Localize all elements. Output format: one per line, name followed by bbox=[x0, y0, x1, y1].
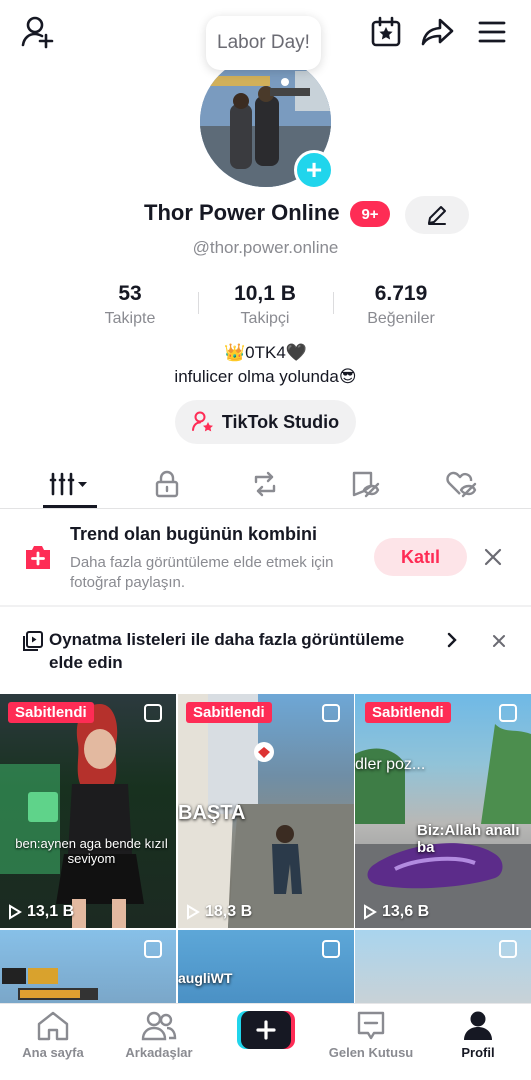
multi-photo-icon bbox=[144, 704, 162, 722]
tab-saved[interactable] bbox=[312, 460, 418, 508]
section-divider bbox=[0, 605, 531, 607]
trend-banner-description: Daha fazla görüntüleme elde etmek için f… bbox=[70, 554, 334, 591]
stat-followers[interactable]: 10,1 B Takipçi bbox=[195, 282, 335, 328]
nav-home-label: Ana sayfa bbox=[22, 1045, 84, 1060]
playlist-icon bbox=[22, 630, 44, 652]
username: @thor.power.online bbox=[192, 238, 339, 257]
video-caption: Biz:Allah analı ba bbox=[417, 822, 520, 856]
multi-photo-icon bbox=[144, 940, 162, 958]
playlist-banner-text[interactable]: Oynatma listeleri ile daha fazla görüntü… bbox=[49, 628, 439, 674]
nav-profile[interactable]: Profil bbox=[425, 1010, 531, 1072]
video-tile[interactable] bbox=[0, 930, 176, 1005]
view-count-text: 18,3 B bbox=[205, 903, 253, 920]
tooltip: Labor Day! bbox=[206, 16, 321, 70]
following-count: 53 bbox=[118, 282, 142, 305]
nav-inbox-label: Gelen Kutusu bbox=[328, 1045, 414, 1060]
nav-friends[interactable]: Arkadaşlar bbox=[106, 1010, 212, 1072]
nav-profile-label: Profil bbox=[461, 1045, 495, 1060]
video-caption: ben:aynen aga bende kızıl seviyom bbox=[15, 836, 168, 866]
display-name: Thor Power Online bbox=[144, 200, 340, 225]
tab-private[interactable] bbox=[114, 460, 220, 508]
view-count: 13,1 B bbox=[8, 903, 74, 921]
nav-home[interactable]: Ana sayfa bbox=[0, 1010, 106, 1072]
pinned-badge: Sabitlendi bbox=[365, 702, 451, 723]
following-label: Takipte bbox=[104, 310, 156, 327]
multi-photo-icon bbox=[322, 940, 340, 958]
menu-icon[interactable] bbox=[472, 12, 512, 52]
edit-profile-button[interactable] bbox=[405, 196, 469, 234]
add-friend-icon[interactable] bbox=[18, 12, 58, 52]
saved-icon bbox=[352, 471, 380, 498]
lock-icon bbox=[155, 470, 179, 498]
close-playlist-banner-icon[interactable] bbox=[486, 628, 512, 654]
play-icon bbox=[9, 904, 22, 920]
tooltip-pointer bbox=[281, 78, 289, 86]
pencil-icon bbox=[428, 206, 446, 225]
video-tile[interactable] bbox=[355, 930, 531, 1005]
view-count: 13,6 B bbox=[363, 903, 429, 921]
calendar-star-icon[interactable] bbox=[366, 12, 406, 52]
tab-reposts[interactable] bbox=[212, 460, 318, 508]
share-icon[interactable] bbox=[418, 12, 458, 52]
video-tile[interactable]: augliWT bbox=[178, 930, 354, 1005]
bio-line-1: 👑0TK4🖤 bbox=[224, 343, 307, 362]
pinned-badge: Sabitlendi bbox=[186, 702, 272, 723]
profile-icon bbox=[464, 1011, 492, 1040]
tiktok-studio-button[interactable]: TikTok Studio bbox=[175, 400, 356, 444]
join-button[interactable]: Katıl bbox=[374, 538, 467, 576]
add-story-button[interactable]: + bbox=[294, 150, 334, 190]
pinned-badge: Sabitlendi bbox=[8, 702, 94, 723]
home-icon bbox=[37, 1011, 69, 1041]
view-count-text: 13,1 B bbox=[27, 903, 75, 920]
notification-badge[interactable]: 9+ bbox=[350, 201, 390, 227]
video-tile[interactable]: Sabitlendi dler poz... Biz:Allah analı b… bbox=[355, 694, 531, 928]
view-count: 18,3 B bbox=[186, 903, 252, 921]
add-photo-icon bbox=[22, 541, 54, 573]
liked-icon bbox=[446, 471, 477, 498]
bio-line-2: infulicer olma yolunda😎 bbox=[174, 367, 357, 386]
friends-icon bbox=[141, 1011, 177, 1041]
video-thumbnail bbox=[0, 704, 144, 928]
videos-grid-icon bbox=[49, 472, 87, 496]
multi-photo-icon bbox=[499, 704, 517, 722]
trend-banner-title: Trend olan bugünün kombini bbox=[70, 524, 317, 544]
video-caption: augliWT bbox=[178, 970, 233, 986]
stat-likes[interactable]: 6.719 Beğeniler bbox=[331, 282, 471, 328]
tab-liked[interactable] bbox=[408, 460, 514, 508]
followers-label: Takipçi bbox=[240, 310, 290, 327]
create-button[interactable] bbox=[237, 1011, 295, 1049]
user-star-icon bbox=[191, 411, 213, 432]
close-trend-banner-icon[interactable] bbox=[480, 544, 506, 570]
tabs-divider bbox=[0, 508, 531, 509]
nav-friends-label: Arkadaşlar bbox=[125, 1045, 193, 1060]
video-caption: BAŞTA bbox=[178, 802, 246, 824]
nav-inbox[interactable]: Gelen Kutusu bbox=[318, 1010, 424, 1072]
inbox-icon bbox=[357, 1011, 385, 1040]
video-caption-top: dler poz... bbox=[355, 756, 426, 773]
likes-count: 6.719 bbox=[374, 282, 428, 305]
play-icon bbox=[187, 904, 200, 920]
followers-count: 10,1 B bbox=[234, 282, 296, 305]
tiktok-studio-label: TikTok Studio bbox=[221, 411, 340, 432]
tab-videos[interactable] bbox=[18, 460, 124, 508]
view-count-text: 13,6 B bbox=[382, 903, 430, 920]
repost-icon bbox=[254, 471, 276, 497]
play-icon bbox=[364, 904, 377, 920]
likes-label: Beğeniler bbox=[367, 310, 435, 327]
chevron-right-icon[interactable] bbox=[441, 629, 463, 651]
video-tile[interactable]: Sabitlendi ben:aynen aga bende kızıl sev… bbox=[0, 694, 176, 928]
video-thumbnail bbox=[355, 724, 531, 928]
plus-icon bbox=[237, 1011, 295, 1049]
multi-photo-icon bbox=[322, 704, 340, 722]
video-tile[interactable]: Sabitlendi BAŞTA 18,3 B bbox=[178, 694, 354, 928]
multi-photo-icon bbox=[499, 940, 517, 958]
stat-following[interactable]: 53 Takipte bbox=[60, 282, 200, 328]
